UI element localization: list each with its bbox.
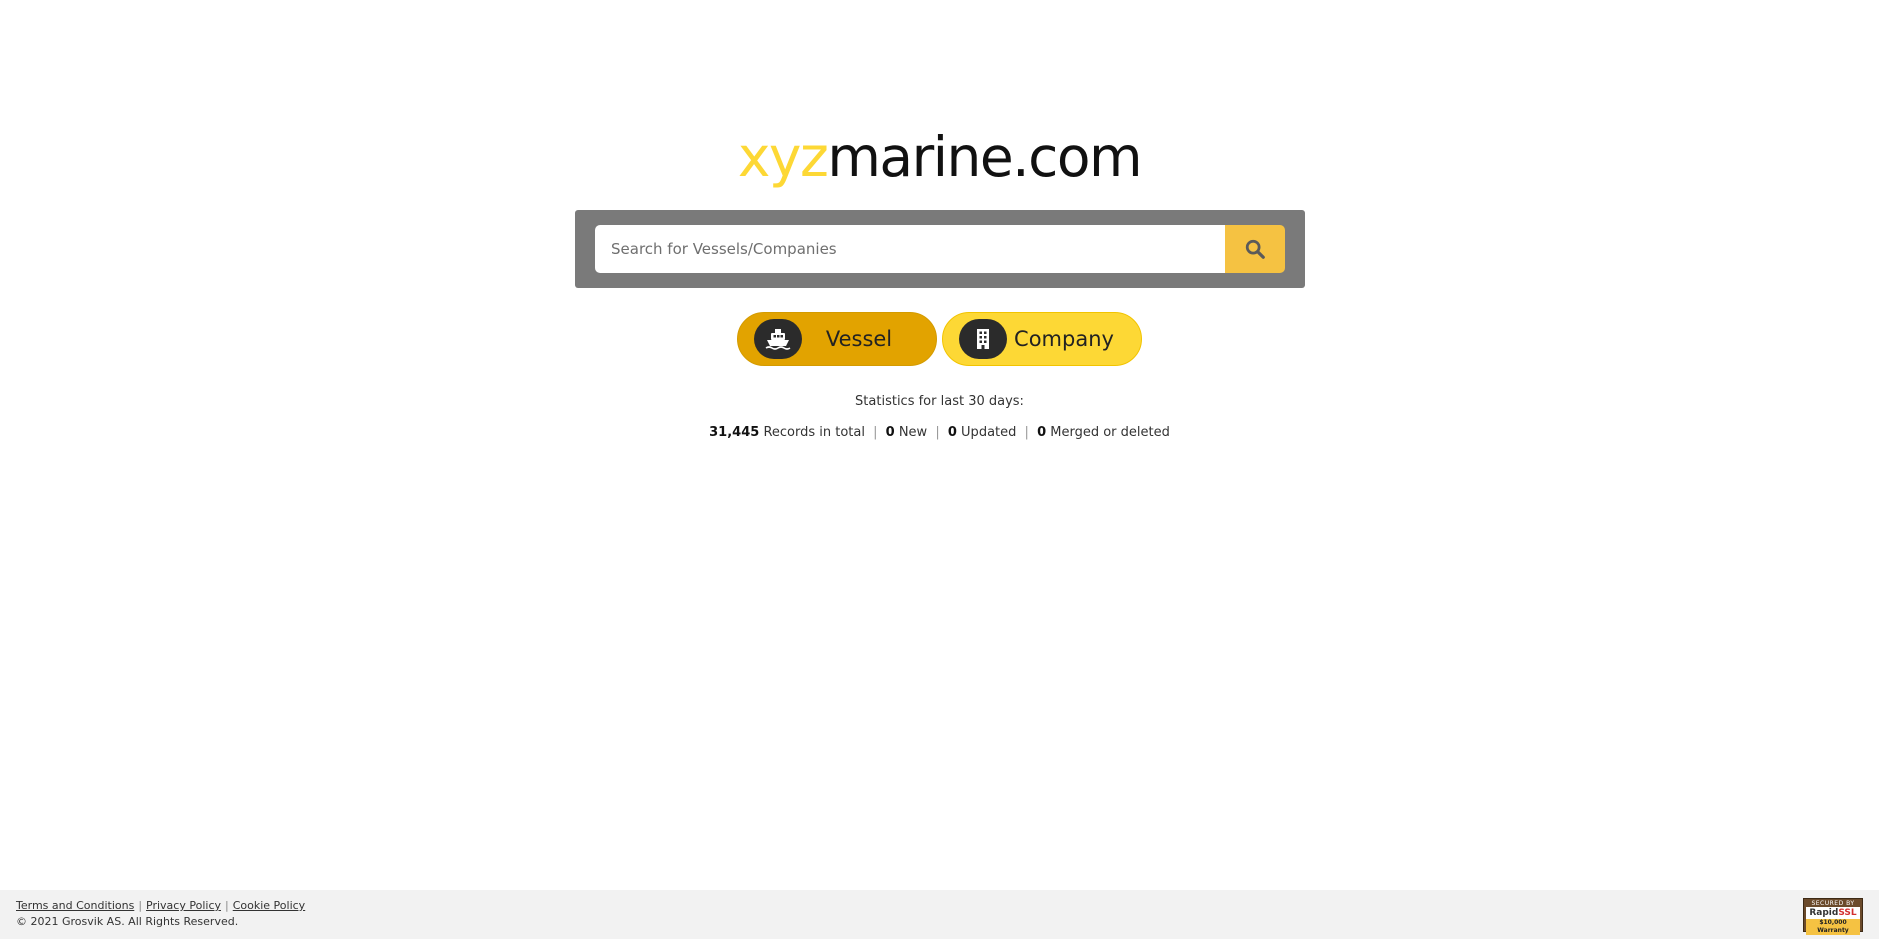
ssl-badge-warranty: $10,000 Warranty: [1806, 919, 1860, 935]
vessel-label: Vessel: [825, 327, 893, 351]
cookie-link[interactable]: Cookie Policy: [233, 899, 305, 912]
company-button[interactable]: Company: [942, 312, 1142, 366]
building-icon-circle: [959, 319, 1007, 359]
records-total-count: 31,445: [709, 425, 760, 440]
stats-separator: |: [1024, 425, 1029, 440]
merged-count: 0: [1037, 425, 1047, 440]
footer-separator: |: [225, 899, 229, 912]
stats-separator: |: [935, 425, 940, 440]
ssl-badge-brand: RapidSSL: [1806, 907, 1860, 919]
logo-accent-text: xyz: [737, 125, 829, 189]
logo-main-text: marine.com: [827, 125, 1142, 189]
site-logo[interactable]: xyzmarine.com: [0, 122, 1879, 192]
search-input[interactable]: [595, 225, 1225, 273]
copyright-text: © 2021 Grosvik AS. All Rights Reserved.: [16, 915, 239, 928]
ssl-badge-top: SECURED BY: [1811, 900, 1855, 907]
footer-links: Terms and Conditions | Privacy Policy | Cook…: [16, 899, 305, 912]
building-icon: [977, 329, 989, 349]
home-page: xyzmarine.com Vessel: [0, 0, 1879, 939]
footer-separator: |: [138, 899, 143, 912]
stats-line: 31,445 Records in total | 0 New | 0 Upda…: [0, 425, 1879, 440]
records-total-label: Records in total: [763, 425, 865, 440]
merged-label: Merged or deleted: [1050, 425, 1170, 440]
ship-icon-circle: [754, 319, 802, 359]
ssl-brand-b: SSL: [1838, 908, 1857, 918]
search-bar: [575, 210, 1305, 288]
ssl-brand-a: Rapid: [1809, 908, 1839, 918]
ssl-badge[interactable]: SECURED BY RapidSSL $10,000 Warranty: [1803, 898, 1863, 935]
privacy-link[interactable]: Privacy Policy: [146, 899, 221, 912]
ship-icon: [765, 329, 791, 350]
updated-label: Updated: [961, 425, 1017, 440]
stats-title: Statistics for last 30 days:: [855, 394, 1024, 409]
new-count: 0: [885, 425, 895, 440]
new-label: New: [898, 425, 928, 440]
vessel-button[interactable]: Vessel: [737, 312, 937, 366]
stats-separator: |: [873, 425, 878, 440]
terms-link[interactable]: Terms and Conditions: [16, 899, 134, 912]
updated-count: 0: [947, 425, 957, 440]
search-button[interactable]: [1225, 225, 1285, 273]
search-icon: [1245, 239, 1265, 259]
footer: Terms and Conditions | Privacy Policy | Cook…: [0, 890, 1879, 939]
company-label: Company: [1014, 327, 1114, 351]
